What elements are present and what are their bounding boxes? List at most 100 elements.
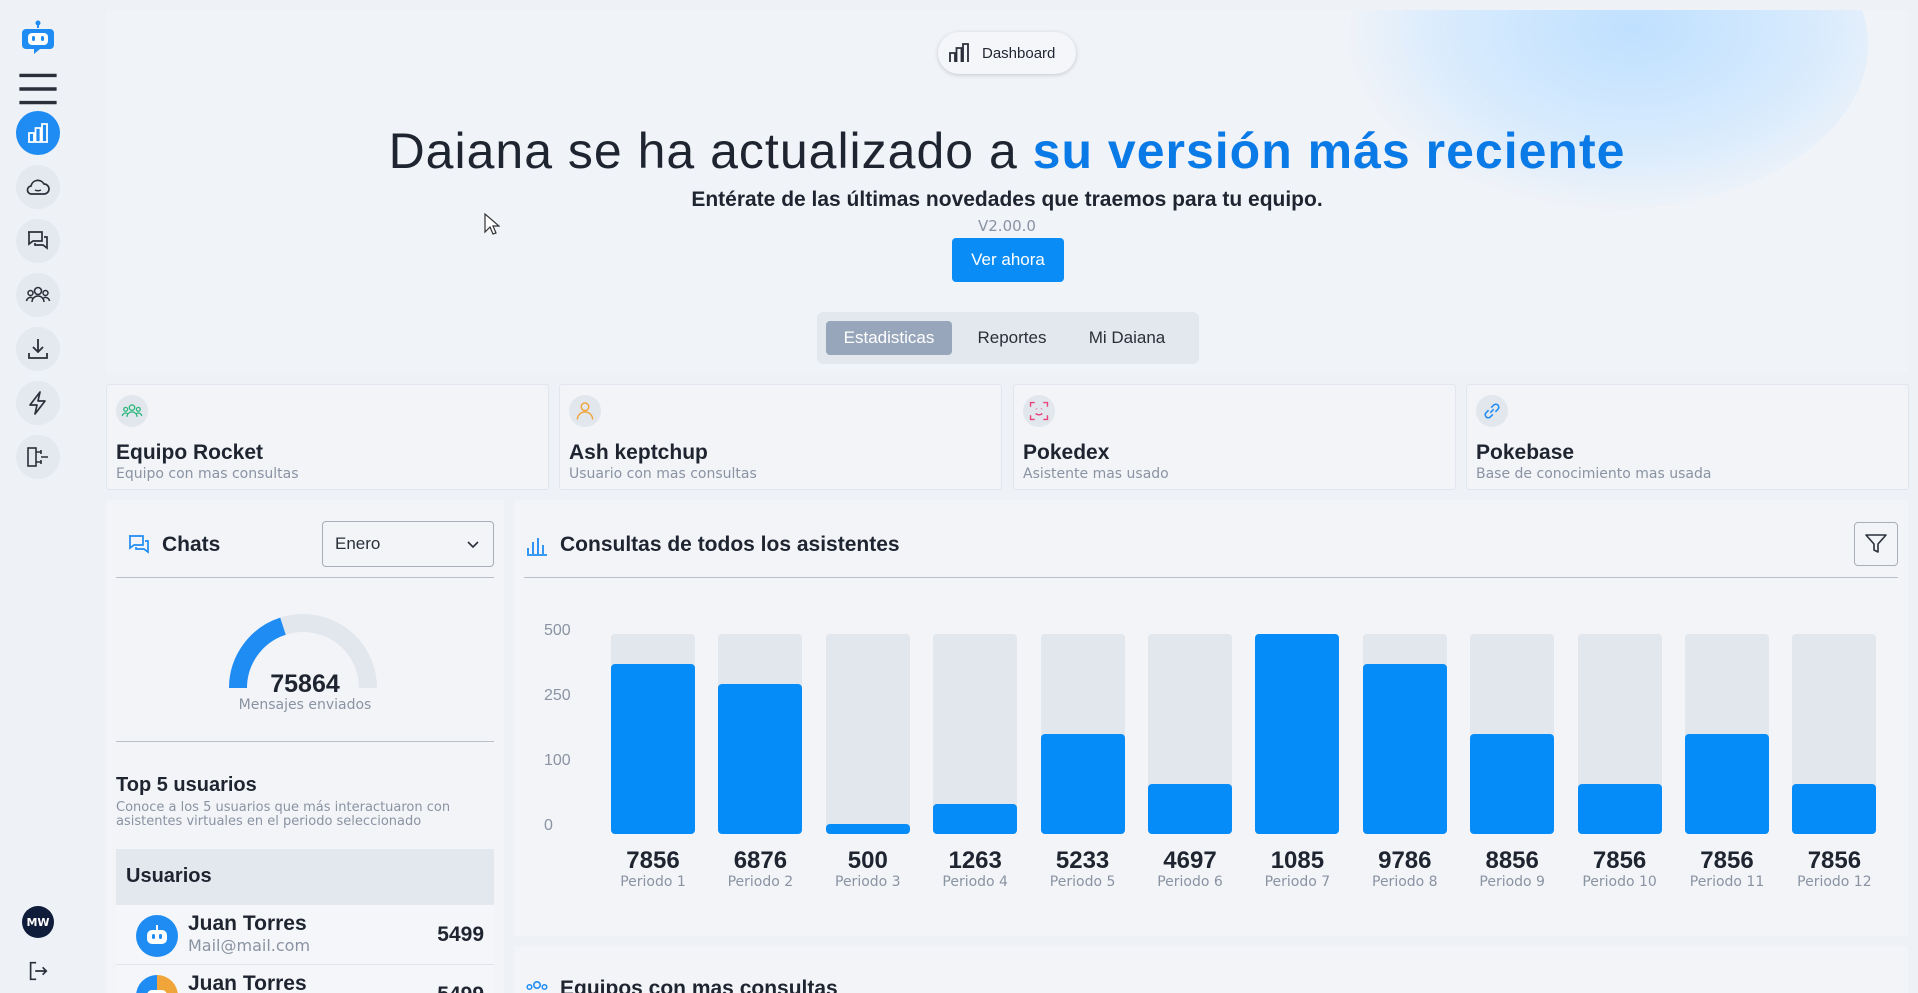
chat-icon[interactable] <box>16 219 60 263</box>
y-tick-label: 250 <box>544 687 571 704</box>
mouse-cursor-icon <box>484 213 500 235</box>
bot-avatar-icon <box>136 975 178 993</box>
card-subtitle: Usuario con mas consultas <box>569 466 757 482</box>
user-count: 5499 <box>437 923 484 946</box>
dashboard-pill: Dashboard <box>938 32 1076 74</box>
hero-title: Daiana se ha actualizado a su versión má… <box>106 122 1908 180</box>
dashboard-icon[interactable] <box>16 111 60 155</box>
bot-avatar-icon <box>136 915 178 957</box>
gauge-label: Mensajes enviados <box>238 697 372 713</box>
user-name: Juan Torres <box>188 972 307 993</box>
tab-reportes[interactable]: Reportes <box>962 321 1062 355</box>
bar-value-label: 500 <box>847 847 888 874</box>
bar[interactable] <box>1685 734 1769 834</box>
card-subtitle: Equipo con mas consultas <box>116 466 299 482</box>
bar[interactable] <box>1577 784 1662 834</box>
download-icon[interactable] <box>16 327 60 371</box>
hero-subtitle: Entérate de las últimas novedades que tr… <box>691 188 1323 211</box>
bar[interactable] <box>1040 734 1125 834</box>
bar-value-label: 5233 <box>1055 847 1110 874</box>
y-tick-label: 100 <box>544 752 571 769</box>
bar[interactable] <box>611 664 695 834</box>
bar[interactable] <box>1362 664 1447 834</box>
bar[interactable] <box>825 824 910 834</box>
stat-card-user: Ash keptchup Usuario con mas consultas <box>559 384 1002 490</box>
top5-description: Conoce a los 5 usuarios que más interact… <box>116 800 451 829</box>
stat-card-team: Equipo Rocket Equipo con mas consultas <box>106 384 549 490</box>
users-icon[interactable] <box>16 273 60 317</box>
menu-icon[interactable] <box>16 67 60 111</box>
view-tabs: Estadisticas Reportes Mi Daiana <box>817 312 1199 364</box>
version-label: V2.00.0 <box>978 217 1036 235</box>
card-subtitle: Asistente mas usado <box>1023 466 1169 482</box>
bar[interactable] <box>1148 784 1232 834</box>
logout-icon[interactable] <box>16 949 60 993</box>
teams-panel: Equipos con mas consultas <box>514 946 1908 993</box>
bar[interactable] <box>718 684 803 834</box>
teams-title: Equipos con mas consultas <box>560 977 838 993</box>
ver-ahora-button[interactable]: Ver ahora <box>952 238 1064 282</box>
stat-card-knowledge-base: Pokebase Base de conocimiento mas usada <box>1466 384 1909 490</box>
bar-value-label: 4697 <box>1163 847 1217 874</box>
bar[interactable] <box>1470 734 1555 834</box>
lightning-icon[interactable] <box>16 381 60 425</box>
chart-title: Consultas de todos los asistentes <box>560 533 900 556</box>
face-scan-icon <box>1023 395 1055 427</box>
bar[interactable] <box>1255 634 1340 834</box>
filter-icon <box>1865 534 1887 553</box>
chart-icon <box>949 43 969 62</box>
month-select-value: Enero <box>335 534 381 553</box>
bar-value-label: 7856 <box>1700 847 1754 874</box>
user-count: 5499 <box>437 983 484 993</box>
queries-chart-panel: Consultas de todos los asistentes 500 250… <box>514 500 1908 936</box>
bar-category-label: Periodo 2 <box>727 874 794 890</box>
filter-button[interactable] <box>1854 522 1898 566</box>
daiana-logo-icon[interactable] <box>16 16 60 60</box>
tab-estadisticas[interactable]: Estadisticas <box>826 321 952 355</box>
divider <box>524 577 1898 578</box>
sidebar: MW <box>0 0 76 993</box>
hero-title-plain: Daiana se ha actualizado a <box>388 123 1033 179</box>
teams-header: Equipos con mas consultas <box>524 976 838 993</box>
avatar[interactable]: MW <box>22 906 54 938</box>
card-subtitle: Base de conocimiento mas usada <box>1476 466 1712 482</box>
bar-category-label: Periodo 11 <box>1689 874 1765 890</box>
user-email: Mail@mail.com <box>188 936 311 955</box>
bar-value-label: 6876 <box>733 847 788 874</box>
stat-card-assistant: Pokedex Asistente mas usado <box>1013 384 1456 490</box>
bar-category-label: Periodo 12 <box>1797 874 1872 890</box>
user-row[interactable]: Juan Torres Mail@mail.com 5499 <box>116 905 494 965</box>
chats-header: Chats <box>126 532 220 558</box>
gauge-value: 75864 <box>270 670 340 698</box>
bar-category-label: Periodo 1 <box>620 874 686 890</box>
user-row[interactable]: Juan Torres 5499 <box>116 965 494 993</box>
bar-category-label: Periodo 3 <box>835 874 901 890</box>
bar-category-label: Periodo 8 <box>1372 874 1438 890</box>
tab-mi-daiana[interactable]: Mi Daiana <box>1072 321 1182 355</box>
card-title: Pokedex <box>1023 441 1110 464</box>
bar-value-label: 1263 <box>948 847 1002 874</box>
cloud-icon[interactable] <box>16 165 60 209</box>
bar-value-label: 7856 <box>1807 847 1862 874</box>
divider <box>116 577 494 578</box>
bar-category-label: Periodo 7 <box>1264 874 1331 890</box>
bar-category-label: Periodo 6 <box>1157 874 1223 890</box>
bar[interactable] <box>933 804 1018 834</box>
bar[interactable] <box>1792 784 1877 834</box>
hero-decoration <box>1348 10 1868 210</box>
card-title: Ash keptchup <box>569 441 708 464</box>
hero-title-accent: su versión más reciente <box>1032 123 1626 179</box>
link-icon <box>1476 395 1508 427</box>
bar-category-label: Periodo 10 <box>1582 874 1657 890</box>
chats-title: Chats <box>162 533 221 556</box>
month-select[interactable]: Enero <box>322 521 494 567</box>
hero-banner: Dashboard Daiana se ha actualizado a su … <box>106 10 1908 373</box>
workflow-icon[interactable] <box>16 435 60 479</box>
chart-header: Consultas de todos los asistentes <box>524 532 900 558</box>
chevron-down-icon <box>467 541 479 549</box>
bar-chart-icon <box>527 538 547 556</box>
top5-title: Top 5 usuarios <box>116 774 257 796</box>
bar-category-label: Periodo 9 <box>1479 874 1545 890</box>
bar-value-label: 8856 <box>1485 847 1539 874</box>
bar-value-label: 9786 <box>1378 847 1432 874</box>
